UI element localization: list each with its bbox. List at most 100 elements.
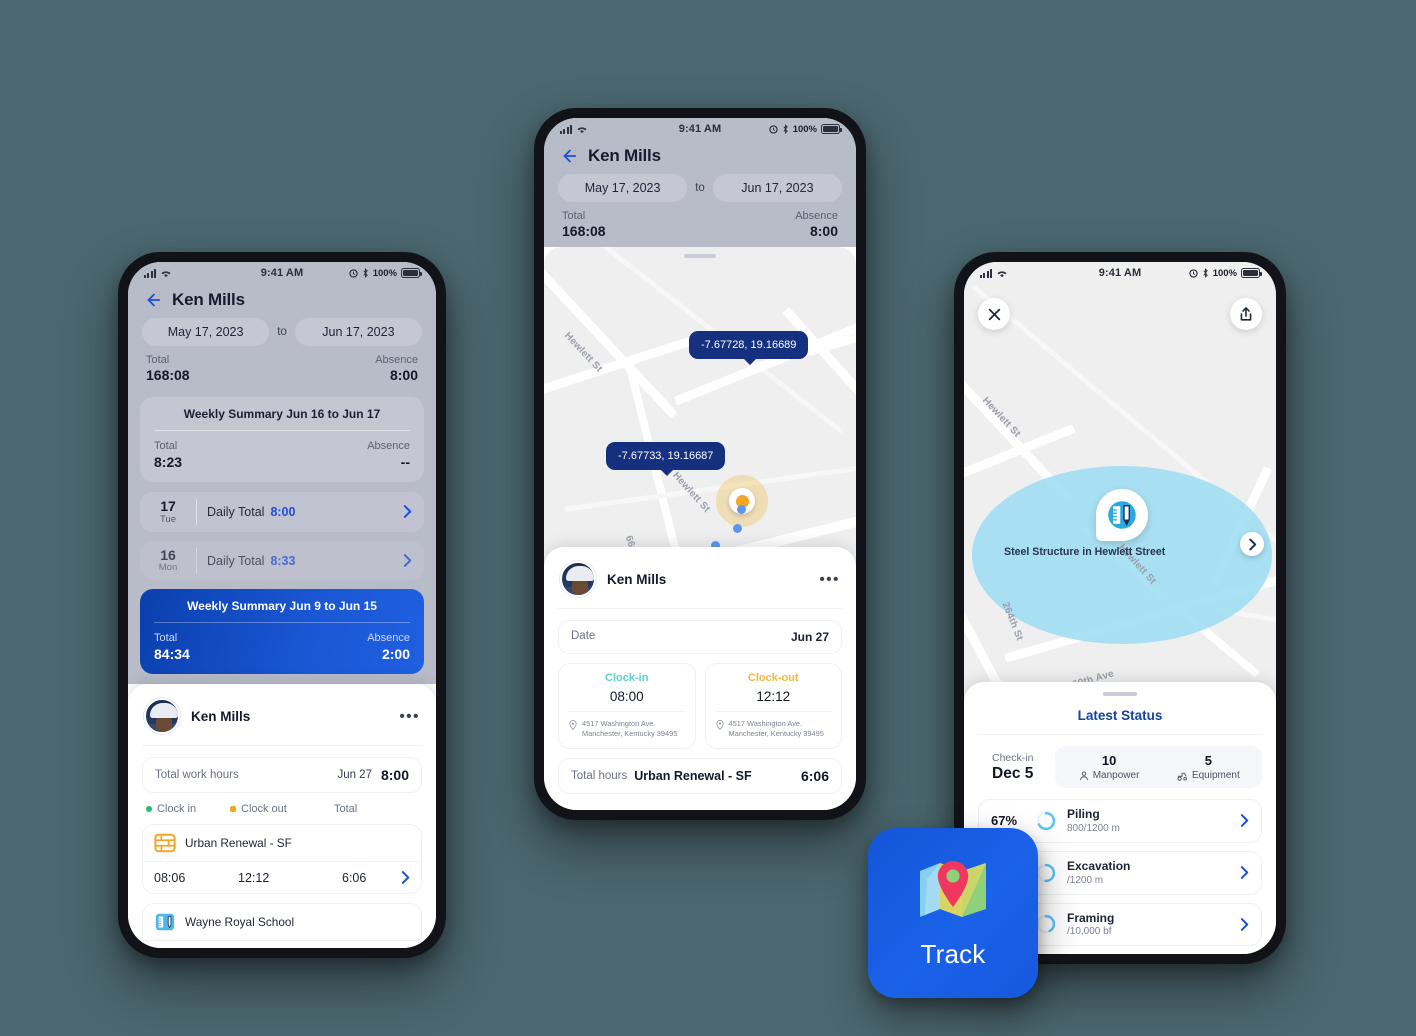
person-name: Ken Mills — [191, 708, 251, 724]
status-bar: 9:41 AM 100% — [544, 118, 856, 140]
header-totals: Total 168:08 Absence 8:00 — [128, 352, 436, 389]
sheet-grabber[interactable] — [684, 254, 716, 258]
resource-counts: 10 Manpower 5 Equipment — [1055, 746, 1262, 788]
avatar — [144, 698, 180, 735]
person-header: Ken Mills ••• — [558, 559, 842, 610]
total-label: Total — [562, 210, 586, 222]
date-from-chip[interactable]: May 17, 2023 — [142, 318, 270, 346]
clock-out-dot-icon — [230, 806, 236, 813]
weekly-absence-value: -- — [400, 454, 410, 470]
next-site-button[interactable] — [1240, 532, 1264, 556]
weekly-total-value: 84:34 — [154, 646, 190, 663]
mid-map-container[interactable]: Hewlett St Hewlett St 60th Ave 60th Rd 6… — [544, 247, 856, 810]
date-to-chip[interactable]: Jun 17, 2023 — [294, 318, 422, 346]
chevron-right-icon[interactable] — [403, 504, 412, 519]
job-card[interactable]: Urban Renewal - SF 08:06 12:12 6:06 — [142, 824, 422, 895]
coordinate-tooltip-bottom[interactable]: -7.67733, 19.16687 — [606, 442, 726, 476]
weekly-summary-title: Weekly Summary Jun 16 to Jun 17 — [183, 407, 381, 421]
chevron-right-icon[interactable] — [1240, 917, 1249, 932]
share-icon[interactable] — [1230, 298, 1262, 330]
date-range-picker: May 17, 2023 to Jun 17, 2023 — [128, 318, 436, 352]
clock-in-address: 4517 Washington Ave. Manchester, Kentuck… — [582, 719, 678, 739]
task-progress: /1200 m — [1067, 874, 1104, 886]
date-from-chip[interactable]: May 17, 2023 — [558, 174, 688, 202]
weekly-summary-title: Weekly Summary Jun 9 to Jun 15 — [187, 599, 377, 614]
phone-left: 9:41 AM 100% Ken Mills May 17, 2023 to J… — [118, 252, 446, 958]
job-name: Wayne Royal School — [185, 915, 295, 930]
date-to-label: to — [695, 182, 705, 194]
track-tile-label: Track — [920, 938, 986, 969]
latest-status-title: Latest Status — [978, 704, 1262, 735]
total-hours-value: 6:06 — [800, 768, 829, 784]
task-progress: /10,000 bf — [1067, 926, 1112, 938]
day-of-week: Tue — [159, 513, 177, 525]
weekly-total-value: 8:23 — [154, 454, 183, 470]
date-to-label: to — [277, 326, 287, 338]
day-row[interactable]: 17 Tue Daily Total 8:00 — [140, 492, 424, 532]
chevron-right-icon[interactable] — [1240, 813, 1249, 828]
weekly-summary-card-highlighted[interactable]: Weekly Summary Jun 9 to Jun 15 Total 84:… — [140, 589, 424, 675]
close-icon[interactable] — [978, 298, 1010, 330]
page-title: Ken Mills — [172, 290, 245, 309]
back-arrow-icon[interactable] — [144, 291, 162, 309]
weekly-absence-label: Absence — [367, 440, 410, 452]
left-bottom-sheet: Ken Mills ••• Total work hours Jun 27 8:… — [128, 684, 436, 948]
clock-out-address: 4517 Washington Ave. Manchester, Kentuck… — [728, 719, 824, 739]
task-name: Piling — [1067, 807, 1100, 821]
checkin-label: Check-in — [992, 751, 1034, 764]
total-work-hours-row: Total work hours Jun 27 8:00 — [142, 757, 422, 794]
clock-out-box[interactable]: Clock-out 12:12 4517 Washington Ave. Man… — [704, 663, 842, 749]
more-options-icon[interactable]: ••• — [399, 709, 420, 724]
chevron-right-icon — [1248, 538, 1256, 550]
weekly-summary-card[interactable]: Weekly Summary Jun 16 to Jun 17 Total 8:… — [140, 397, 424, 482]
ruler-pencil-icon — [1108, 501, 1136, 529]
clock-in-box[interactable]: Clock-in 08:00 4517 Washington Ave. Manc… — [558, 663, 696, 749]
chevron-right-icon[interactable] — [1240, 865, 1249, 880]
date-row: Date Jun 27 — [558, 620, 842, 655]
back-arrow-icon[interactable] — [560, 147, 578, 165]
daily-total-value: 8:00 — [270, 504, 296, 519]
chevron-right-icon[interactable] — [401, 870, 410, 885]
chevron-right-icon[interactable] — [403, 553, 412, 568]
date-to-chip[interactable]: Jun 17, 2023 — [712, 174, 842, 202]
track-app-tile[interactable]: Track — [868, 828, 1038, 998]
job-card[interactable]: Wayne Royal School 13:00 17:27 4:27 — [142, 903, 422, 948]
total-work-hours-value: 8:00 — [380, 767, 409, 784]
job-clock-out: 12:12 — [238, 870, 270, 885]
total-hours-row: Total hours Urban Renewal - SF 6:06 — [558, 758, 842, 794]
left-header: Ken Mills May 17, 2023 to Jun 17, 2023 T… — [128, 284, 436, 391]
mid-bottom-sheet: Ken Mills ••• Date Jun 27 Clock-in 08:00 — [544, 547, 856, 810]
task-name: Excavation — [1067, 858, 1131, 873]
coordinate-tooltip-top[interactable]: -7.67728, 19.16689 — [689, 331, 809, 365]
more-options-icon[interactable]: ••• — [819, 572, 840, 587]
total-hours-label: Total hours — [571, 770, 628, 782]
legend-clock-in: Clock in — [157, 803, 197, 816]
mid-header: Ken Mills May 17, 2023 to Jun 17, 2023 T… — [544, 140, 856, 247]
person-name: Ken Mills — [607, 571, 667, 587]
weekly-total-label: Total — [154, 440, 178, 452]
battery-icon — [821, 124, 842, 134]
absence-label: Absence — [795, 210, 838, 222]
total-value: 168:08 — [146, 367, 190, 383]
clock-in-time: 08:00 — [569, 689, 685, 713]
status-time: 9:41 AM — [260, 267, 304, 279]
manpower-count: 10 Manpower — [1059, 753, 1158, 781]
total-work-hours-date: Jun 27 — [337, 769, 372, 782]
day-of-week: Mon — [158, 562, 178, 574]
job-clock-in: 08:06 — [154, 870, 186, 885]
route-dot — [733, 524, 742, 533]
sheet-grabber[interactable] — [1103, 692, 1137, 696]
route-dot — [737, 505, 746, 514]
battery-icon — [1241, 268, 1262, 278]
clock-in-dot-icon — [146, 806, 152, 813]
absence-value: 8:00 — [809, 223, 838, 239]
day-row[interactable]: 16 Mon Daily Total 8:33 — [140, 540, 424, 581]
left-body: Weekly Summary Jun 16 to Jun 17 Total 8:… — [128, 391, 436, 685]
phone-left-screen: 9:41 AM 100% Ken Mills May 17, 2023 to J… — [128, 262, 436, 948]
clock-in-label: Clock-in — [605, 672, 649, 685]
status-time: 9:41 AM — [1098, 267, 1142, 279]
page-title: Ken Mills — [588, 146, 661, 165]
daily-total-value: 8:33 — [270, 553, 296, 568]
clock-out-label: Clock-out — [747, 672, 799, 685]
site-marker[interactable] — [1096, 489, 1148, 541]
